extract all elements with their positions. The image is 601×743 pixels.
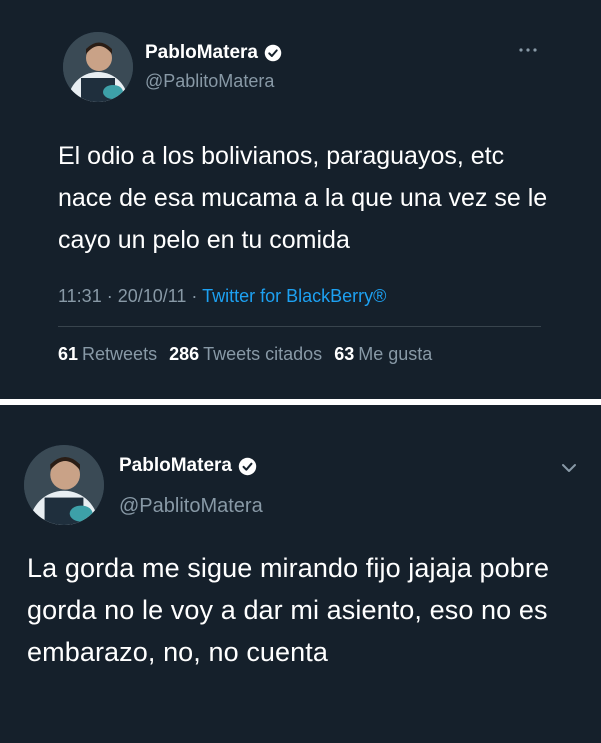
retweets-count: 61 (58, 344, 79, 364)
verified-badge-icon (264, 44, 282, 62)
user-handle[interactable]: @PablitoMatera (119, 495, 263, 518)
avatar[interactable] (63, 32, 133, 102)
avatar-photo (63, 32, 133, 102)
tweet-card-1: PabloMatera @PablitoMatera El odio a los… (0, 0, 601, 399)
user-handle[interactable]: @PablitoMatera (145, 71, 274, 92)
quote-tweets-stat[interactable]: 286 Tweets citados (169, 344, 322, 365)
tweet-text: La gorda me sigue mirando fijo jajaja po… (27, 553, 550, 667)
verified-badge-icon (238, 457, 257, 476)
divider (58, 326, 541, 327)
quotes-label: Tweets citados (203, 344, 323, 364)
timestamp[interactable]: 11:31 · 20/10/11 · (58, 286, 202, 306)
likes-stat[interactable]: 63 Me gusta (334, 344, 432, 365)
avatar-photo (24, 445, 104, 525)
name-row: PabloMatera (145, 42, 282, 64)
tweet-meta: 11:31 · 20/10/11 · Twitter for BlackBerr… (58, 286, 386, 307)
display-name[interactable]: PabloMatera (119, 455, 232, 477)
name-row: PabloMatera (119, 455, 257, 477)
likes-label: Me gusta (358, 344, 433, 364)
chevron-down-icon[interactable] (558, 460, 580, 476)
display-name[interactable]: PabloMatera (145, 42, 258, 64)
source-link[interactable]: Twitter for BlackBerry® (202, 286, 386, 306)
quotes-count: 286 (169, 344, 200, 364)
tweet-card-2: PabloMatera @PablitoMatera La gorda me s… (0, 405, 601, 743)
avatar[interactable] (24, 445, 104, 525)
tweet-text: El odio a los bolivianos, paraguayos, et… (58, 142, 548, 254)
likes-count: 63 (334, 344, 355, 364)
more-icon[interactable] (516, 40, 540, 60)
engagement-stats: 61 Retweets 286 Tweets citados 63 Me gusta (58, 344, 432, 365)
retweets-stat[interactable]: 61 Retweets (58, 344, 157, 365)
retweets-label: Retweets (82, 344, 158, 364)
